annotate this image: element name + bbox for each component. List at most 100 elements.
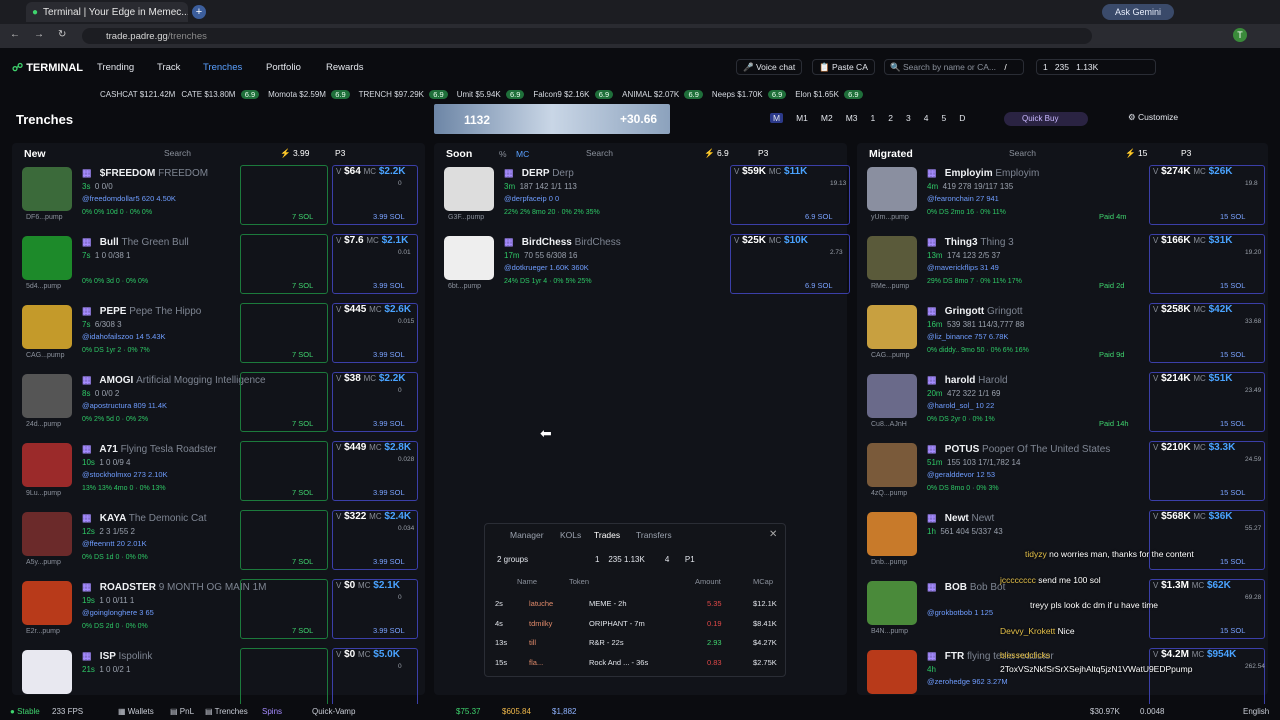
quick-buy-box[interactable] — [240, 441, 328, 501]
preset-M2[interactable]: M2 — [821, 113, 833, 123]
popup-tab-kols[interactable]: KOLs — [560, 530, 581, 540]
token-name[interactable]: ▦ A71 Flying Tesla Roadster — [82, 444, 217, 455]
column-search-soon[interactable]: Search — [586, 148, 613, 158]
promo-banner[interactable]: 1132 +30.66 — [434, 104, 670, 134]
token-card[interactable]: 6bt...pump ▦ BirdChess BirdChess 17m 70 55… — [444, 234, 850, 298]
buy-amount[interactable]: 6.9 SOL — [805, 212, 833, 221]
token-image[interactable] — [867, 650, 917, 694]
token-image[interactable] — [22, 167, 72, 211]
token-image[interactable] — [867, 443, 917, 487]
nav-rewards[interactable]: Rewards — [326, 62, 364, 73]
token-card[interactable]: yUm...pump ▦ Employim Employim 4m 419 278 … — [867, 165, 1265, 229]
ask-gemini-button[interactable]: Ask Gemini — [1102, 4, 1174, 20]
trade-token[interactable]: R&R - 22s — [589, 638, 624, 647]
token-social[interactable]: @liz_binance 757 6.78K — [927, 332, 1008, 341]
nav-track[interactable]: Track — [157, 62, 180, 73]
buy-amount[interactable]: 3.99 SOL — [373, 419, 405, 428]
buy-amount[interactable]: 15 SOL — [1220, 350, 1245, 359]
ticker-item[interactable]: Umit $5.94K 6.9 — [457, 89, 528, 99]
trade-token[interactable]: ORIPHANT - 7m — [589, 619, 645, 628]
url-field[interactable]: trade.padre.gg/trenches — [82, 28, 1092, 44]
token-card[interactable]: CAG...pump ▦ Gringott Gringott 16m 539 381… — [867, 303, 1265, 367]
token-social[interactable]: @idahofailszoo 14 5.43K — [82, 332, 166, 341]
contract-address[interactable]: CAG...pump — [871, 352, 910, 359]
contract-address[interactable]: 6bt...pump — [448, 283, 481, 290]
popup-groups-select[interactable]: 2 groups — [497, 555, 528, 564]
token-social[interactable]: @dotkrueger 1.60K 360K — [504, 263, 589, 272]
token-card[interactable]: 5d4...pump ▦ Bull The Green Bull 7s 1 0 0/… — [22, 234, 418, 298]
pnl-button[interactable]: ▤ PnL — [170, 707, 194, 716]
popup-tab-manager[interactable]: Manager — [510, 530, 544, 540]
popup-column-header[interactable]: MCap — [753, 577, 773, 586]
trader-name[interactable]: fla... — [529, 658, 543, 667]
profile-avatar[interactable]: T — [1233, 28, 1247, 42]
token-social[interactable]: @harold_sol_ 10 22 — [927, 401, 994, 410]
quick-buy-amount[interactable]: 7 SOL — [292, 557, 313, 566]
quick-buy-amount[interactable]: 7 SOL — [292, 488, 313, 497]
contract-address[interactable]: CAG...pump — [26, 352, 65, 359]
contract-address[interactable]: E2r...pump — [26, 628, 60, 635]
popup-column-header[interactable]: Amount — [695, 577, 721, 586]
preset-2[interactable]: 2 — [888, 113, 893, 123]
token-card[interactable]: 24d...pump ▦ AMOGI Artificial Mogging Int… — [22, 372, 418, 436]
preset-4[interactable]: 4 — [924, 113, 929, 123]
token-name[interactable]: ▦ Gringott Gringott — [927, 306, 1023, 317]
buy-amount[interactable]: 15 SOL — [1220, 626, 1245, 635]
preset-3[interactable]: 3 — [906, 113, 911, 123]
quick-buy-box[interactable] — [240, 234, 328, 294]
back-icon[interactable]: ← — [10, 29, 20, 40]
buy-amount[interactable]: 15 SOL — [1220, 212, 1245, 221]
trade-row[interactable]: 13s till R&R - 22s 2.93 $4.27K — [485, 635, 785, 653]
trade-row[interactable]: 2s latuche MEME - 2h 5.35 $12.1K — [485, 596, 785, 614]
contract-address[interactable]: RMe...pump — [871, 283, 909, 290]
token-card[interactable]: RMe...pump ▦ Thing3 Thing 3 13m 174 123 2/… — [867, 234, 1265, 298]
buy-amount[interactable]: 15 SOL — [1220, 281, 1245, 290]
token-image[interactable] — [867, 305, 917, 349]
contract-address[interactable]: 9Lu...pump — [26, 490, 61, 497]
token-name[interactable]: ▦ Bull The Green Bull — [82, 237, 189, 248]
reload-icon[interactable]: ↻ — [58, 29, 66, 40]
buy-amount[interactable]: 3.99 SOL — [373, 350, 405, 359]
trade-row[interactable]: 15s fla... Rock And ... - 36s 0.83 $2.75K — [485, 655, 785, 673]
contract-address[interactable]: yUm...pump — [871, 214, 909, 221]
preset-M1[interactable]: M1 — [796, 113, 808, 123]
trader-name[interactable]: tdmilky — [529, 619, 552, 628]
column-search-new[interactable]: Search — [164, 148, 191, 158]
popup-column-header[interactable]: Token — [569, 577, 589, 586]
token-image[interactable] — [867, 512, 917, 556]
token-image[interactable] — [867, 167, 917, 211]
chat-user[interactable]: jcccccccc — [1000, 575, 1036, 585]
column-preset-new[interactable]: P3 — [335, 148, 345, 158]
paste-ca-button[interactable]: 📋 Paste CA — [812, 59, 875, 75]
token-image[interactable] — [22, 236, 72, 280]
column-tab-percent[interactable]: % — [499, 149, 507, 159]
token-name[interactable]: ▦ BirdChess BirdChess — [504, 237, 621, 248]
column-preset-soon[interactable]: P3 — [758, 148, 768, 158]
chat-user[interactable]: blessedclicks — [1000, 650, 1050, 660]
token-name[interactable]: ▦ Employim Employim — [927, 168, 1039, 179]
token-name[interactable]: ▦ harold Harold — [927, 375, 1008, 386]
quick-buy-box[interactable] — [240, 165, 328, 225]
token-image[interactable] — [22, 443, 72, 487]
quick-buy-box[interactable] — [240, 303, 328, 363]
contract-address[interactable]: G3F...pump — [448, 214, 484, 221]
buy-amount[interactable]: 3.99 SOL — [373, 281, 405, 290]
token-card[interactable]: CAG...pump ▦ PEPE Pepe The Hippo 7s 6/308 … — [22, 303, 418, 367]
quick-buy-amount[interactable]: 7 SOL — [292, 212, 313, 221]
trade-token[interactable]: Rock And ... - 36s — [589, 658, 648, 667]
nav-trending[interactable]: Trending — [97, 62, 134, 73]
quick-buy-amount[interactable]: 7 SOL — [292, 350, 313, 359]
quick-buy-box[interactable] — [240, 510, 328, 570]
nav-portfolio[interactable]: Portfolio — [266, 62, 301, 73]
ticker-item[interactable]: TRENCH $97.29K 6.9 — [359, 89, 451, 99]
buy-amount[interactable]: 3.99 SOL — [373, 626, 405, 635]
language-select[interactable]: English — [1243, 707, 1269, 716]
trade-row[interactable]: 4s tdmilky ORIPHANT - 7m 0.19 $8.41K — [485, 616, 785, 634]
token-name[interactable]: ▦ Newt Newt — [927, 513, 994, 524]
token-card[interactable]: DF6...pump ▦ $FREEDOM FREEDOM 3s 0 0/0 @fre… — [22, 165, 418, 229]
buy-amount[interactable]: 15 SOL — [1220, 488, 1245, 497]
customize-button[interactable]: ⚙ Customize — [1128, 112, 1178, 123]
token-card[interactable]: Cu8...AJnH ▦ harold Harold 20m 472 322 1/1… — [867, 372, 1265, 436]
spins-button[interactable]: Spins — [262, 707, 282, 716]
buy-amount[interactable]: 15 SOL — [1220, 419, 1245, 428]
